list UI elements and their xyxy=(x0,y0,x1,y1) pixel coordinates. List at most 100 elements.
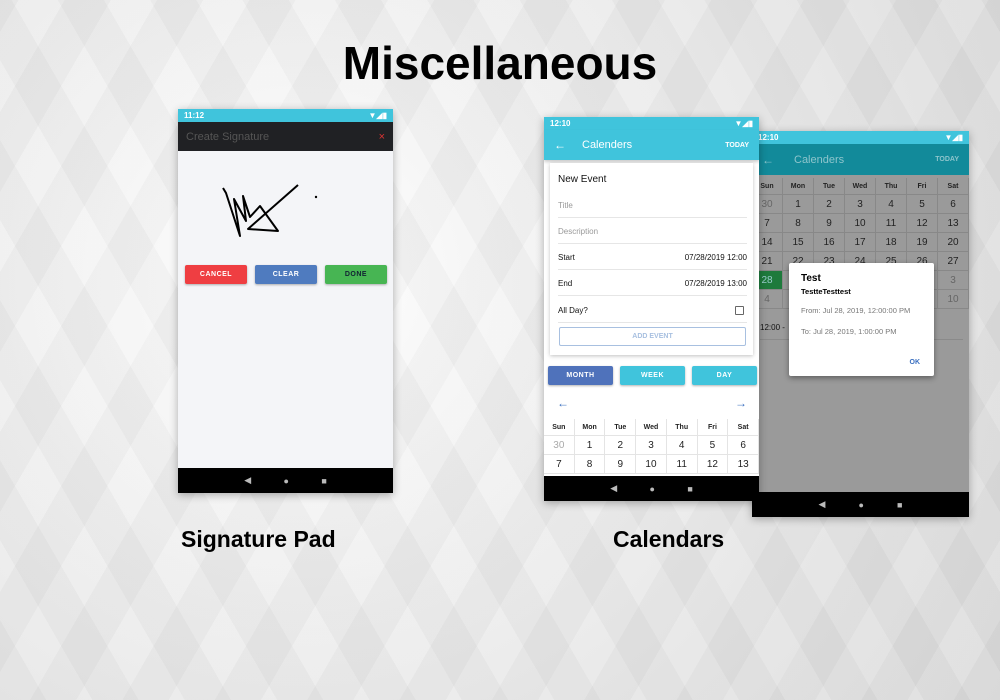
description-input[interactable]: Description xyxy=(558,219,747,244)
day-cell[interactable]: 3 xyxy=(938,271,969,290)
end-label: End xyxy=(558,278,573,288)
close-icon[interactable]: × xyxy=(379,131,385,143)
dialog-subtitle: TestteTesttest xyxy=(801,287,851,296)
home-icon[interactable]: ● xyxy=(284,476,289,486)
weekday-header: Mon xyxy=(783,178,814,195)
recents-icon[interactable]: ■ xyxy=(321,476,326,486)
end-row[interactable]: End 07/28/2019 13:00 xyxy=(558,271,747,296)
day-cell[interactable]: 9 xyxy=(605,455,637,474)
toolbar: Create Signature × xyxy=(178,122,393,151)
home-icon[interactable]: ● xyxy=(859,500,864,510)
signature-canvas[interactable] xyxy=(178,151,393,261)
today-button[interactable]: TODAY xyxy=(935,156,959,163)
end-value: 07/28/2019 13:00 xyxy=(684,278,747,288)
weekday-header: Thu xyxy=(666,419,698,436)
day-cell[interactable]: 16 xyxy=(814,233,845,252)
cancel-button[interactable]: CANCEL xyxy=(185,265,247,284)
day-cell[interactable]: 4 xyxy=(876,195,907,214)
back-icon[interactable]: ◀ xyxy=(610,483,617,494)
event-time: 12:00 - xyxy=(760,322,785,332)
day-cell[interactable]: 15 xyxy=(783,233,814,252)
day-cell[interactable]: 10 xyxy=(938,290,969,309)
dialog-from: From: Jul 28, 2019, 12:00:00 PM xyxy=(801,306,911,315)
header: ← Calenders TODAY xyxy=(544,130,759,160)
day-cell[interactable]: 5 xyxy=(697,436,729,455)
done-button[interactable]: DONE xyxy=(325,265,387,284)
weekday-header: Tue xyxy=(605,419,637,436)
day-cell[interactable]: 7 xyxy=(544,455,575,474)
page-title: Miscellaneous xyxy=(342,37,658,89)
caption-calendars: Calendars xyxy=(613,526,725,552)
day-cell[interactable]: 20 xyxy=(938,233,969,252)
recents-icon[interactable]: ■ xyxy=(687,484,692,494)
back-icon[interactable]: ◀ xyxy=(819,499,826,510)
description-placeholder: Description xyxy=(558,226,599,236)
allday-row: All Day? xyxy=(558,298,747,323)
day-cell[interactable]: 13 xyxy=(938,214,969,233)
today-button[interactable]: TODAY xyxy=(725,142,749,149)
day-cell[interactable]: 6 xyxy=(938,195,969,214)
day-cell[interactable]: 1 xyxy=(783,195,814,214)
day-cell[interactable]: 10 xyxy=(845,214,876,233)
weekday-header: Fri xyxy=(907,178,938,195)
next-month-icon[interactable]: → xyxy=(735,396,747,410)
weekday-header: Mon xyxy=(574,419,606,436)
day-cell[interactable]: 17 xyxy=(845,233,876,252)
dialog-to: To: Jul 28, 2019, 1:00:00 PM xyxy=(801,327,897,336)
day-cell[interactable]: 3 xyxy=(845,195,876,214)
day-cell[interactable]: 11 xyxy=(876,214,907,233)
day-cell[interactable]: 6 xyxy=(728,436,759,455)
calendar-front-phone: 12:10 ▼◢▮ ← Calenders TODAY New Event Tit… xyxy=(544,117,759,501)
day-cell[interactable]: 8 xyxy=(574,455,606,474)
toolbar-title: Create Signature xyxy=(186,130,270,143)
day-cell[interactable]: 11 xyxy=(666,455,698,474)
day-button[interactable]: DAY xyxy=(692,366,757,385)
day-cell[interactable]: 3 xyxy=(636,436,667,455)
clear-button[interactable]: CLEAR xyxy=(255,265,317,284)
title-input[interactable]: Title xyxy=(558,193,747,218)
day-cell[interactable]: 19 xyxy=(907,233,938,252)
start-row[interactable]: Start 07/28/2019 12:00 xyxy=(558,245,747,270)
week-button[interactable]: WEEK xyxy=(620,366,685,385)
day-cell[interactable]: 4 xyxy=(666,436,698,455)
day-cell[interactable]: 2 xyxy=(814,195,845,214)
day-cell[interactable]: 12 xyxy=(697,455,729,474)
weekday-header: Fri xyxy=(697,419,729,436)
battery-icon: ▼◢▮ xyxy=(368,111,387,120)
day-cell[interactable]: 13 xyxy=(728,455,759,474)
header-title: Calenders xyxy=(582,139,633,151)
day-cell[interactable]: 12 xyxy=(907,214,938,233)
header-title: Calenders xyxy=(794,153,845,166)
recents-icon[interactable]: ■ xyxy=(897,500,902,510)
day-cell[interactable]: 27 xyxy=(938,252,969,271)
back-icon[interactable]: ◀ xyxy=(244,475,251,486)
signature-phone: 11:12 ▼◢▮ Create Signature × CANCEL CLEAR… xyxy=(178,109,393,493)
ok-button[interactable]: OK xyxy=(910,359,921,366)
day-cell[interactable]: 10 xyxy=(636,455,667,474)
back-arrow-icon[interactable]: ← xyxy=(554,138,566,152)
weekday-header: Sat xyxy=(938,178,969,195)
new-event-card: New Event Title Description Start 07/28/2… xyxy=(550,163,753,355)
day-cell[interactable]: 8 xyxy=(783,214,814,233)
back-arrow-icon[interactable]: ← xyxy=(762,153,774,167)
start-value: 07/28/2019 12:00 xyxy=(684,252,747,262)
day-cell[interactable]: 30 xyxy=(544,436,575,455)
weekday-header: Sat xyxy=(728,419,759,436)
status-bar: 12:10 ▼◢▮ xyxy=(544,117,759,130)
nav-bar: ◀ ● ■ xyxy=(752,492,969,517)
day-cell[interactable]: 1 xyxy=(574,436,606,455)
month-button[interactable]: MONTH xyxy=(548,366,613,385)
allday-checkbox[interactable] xyxy=(735,305,744,315)
allday-label: All Day? xyxy=(558,305,588,315)
status-time: 11:12 xyxy=(184,111,205,120)
home-icon[interactable]: ● xyxy=(650,484,655,494)
event-dialog: Test TestteTesttest From: Jul 28, 2019, … xyxy=(789,263,934,376)
day-cell[interactable]: 9 xyxy=(814,214,845,233)
day-cell[interactable]: 2 xyxy=(605,436,637,455)
day-cell[interactable]: 18 xyxy=(876,233,907,252)
calendar-back-phone: 12:10 ▼◢▮ ← Calenders TODAY Sun Mon Tue Wed T… xyxy=(752,131,969,517)
day-cell[interactable]: 5 xyxy=(907,195,938,214)
status-time: 12:10 xyxy=(550,119,571,128)
prev-month-icon[interactable]: ← xyxy=(557,396,569,410)
add-event-button[interactable]: ADD EVENT xyxy=(559,327,746,346)
